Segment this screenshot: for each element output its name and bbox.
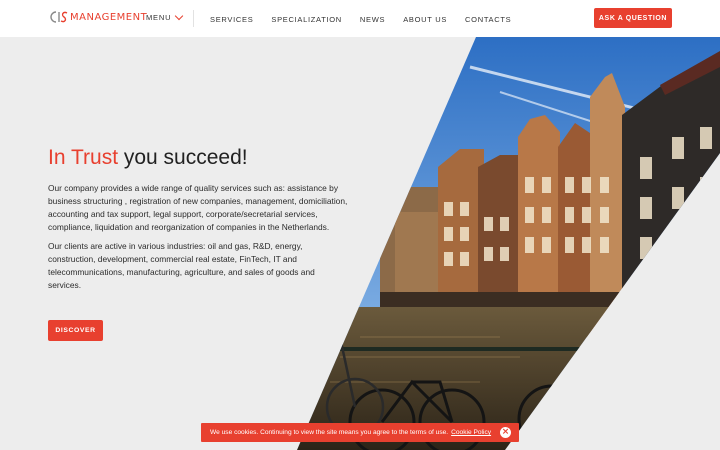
- logo-text: MANAGEMENT: [70, 11, 148, 23]
- headline-rest: you succeed!: [118, 146, 248, 169]
- header-divider: [193, 10, 194, 27]
- hero-paragraph-industries: Our clients are active in various indust…: [48, 241, 315, 290]
- ask-question-button[interactable]: ASK A QUESTION: [594, 8, 672, 28]
- cookie-text: We use cookies. Continuing to view the s…: [210, 429, 449, 436]
- logo-mark-icon: [48, 10, 68, 24]
- discover-button[interactable]: DISCOVER: [48, 320, 103, 341]
- close-icon[interactable]: ×: [500, 427, 511, 438]
- headline-accent: In Trust: [48, 146, 119, 169]
- hero-headline: In Trust you succeed!: [48, 146, 348, 170]
- chevron-down-icon: [175, 11, 184, 20]
- nav-news[interactable]: NEWS: [360, 15, 385, 24]
- cookie-banner: We use cookies. Continuing to view the s…: [201, 423, 519, 442]
- cookie-policy-link[interactable]: Cookie Policy: [451, 429, 491, 436]
- menu-toggle[interactable]: MENU: [146, 11, 184, 22]
- nav-services[interactable]: SERVICES: [210, 15, 253, 24]
- nav-about-us[interactable]: ABOUT US: [403, 15, 447, 24]
- logo[interactable]: MANAGEMENT: [48, 10, 147, 24]
- hero-content: In Trust you succeed! Our company provid…: [48, 146, 348, 292]
- nav-specialization[interactable]: SPECIALIZATION: [271, 15, 342, 24]
- menu-label: MENU: [146, 13, 172, 22]
- hero-paragraph-services: Our company provides a wide range of qua…: [48, 183, 348, 232]
- main-nav: SERVICES SPECIALIZATION NEWS ABOUT US CO…: [210, 15, 529, 24]
- nav-contacts[interactable]: CONTACTS: [465, 15, 511, 24]
- site-header: MANAGEMENT MENU SERVICES SPECIALIZATION …: [0, 0, 720, 37]
